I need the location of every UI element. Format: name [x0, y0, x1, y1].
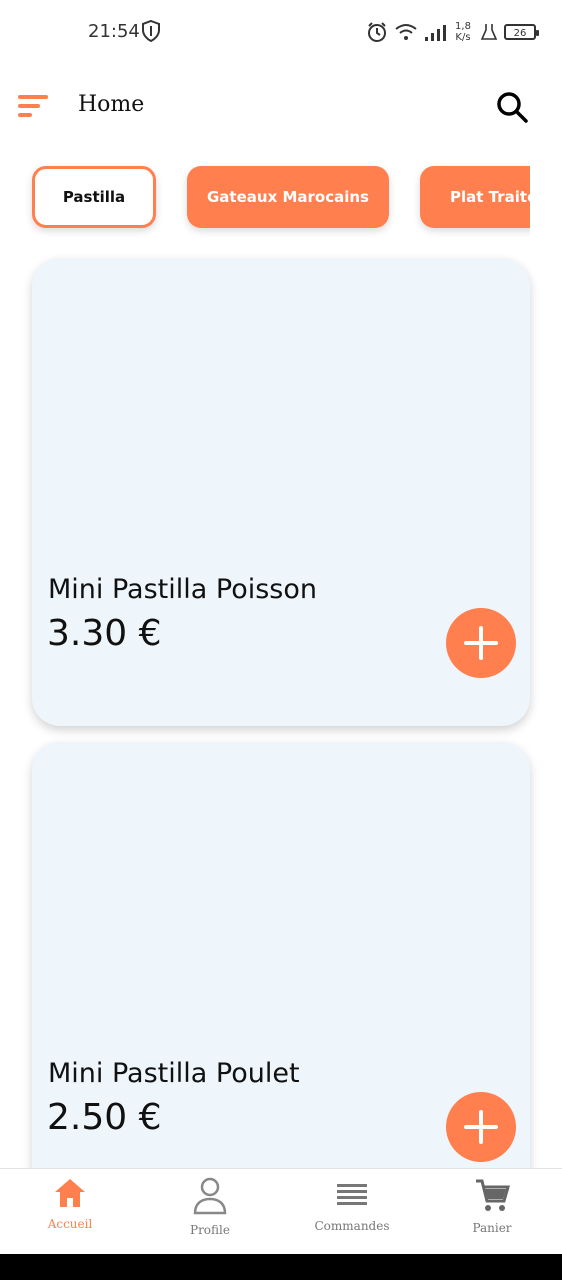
category-chips: Pastilla Gateaux Marocains Plat Traiteur — [0, 158, 562, 238]
list-icon — [337, 1184, 367, 1205]
app-bar: Home — [0, 62, 562, 154]
product-card[interactable]: Mini Pastilla Poulet 2.50 € — [32, 742, 530, 1210]
nav-item-accueil[interactable]: Accueil — [10, 1177, 130, 1251]
category-chip-label: Pastilla — [62, 188, 126, 206]
product-price: 2.50 € — [47, 1097, 162, 1138]
add-to-cart-button[interactable] — [446, 608, 516, 678]
network-speed: 1,8 K/s — [452, 21, 474, 43]
add-to-cart-button[interactable] — [446, 1092, 516, 1162]
nav-label: Panier — [472, 1221, 512, 1235]
system-navigation-bar — [0, 1254, 562, 1280]
plus-icon — [464, 626, 498, 660]
flask-icon — [480, 24, 498, 40]
plus-icon — [464, 1110, 498, 1144]
category-chip-pastilla[interactable]: Pastilla — [32, 166, 156, 228]
battery-level: 26 — [513, 28, 527, 39]
shield-icon — [142, 19, 160, 43]
product-card[interactable]: Mini Pastilla Poisson 3.30 € — [32, 258, 530, 726]
nav-label: Accueil — [47, 1217, 93, 1231]
product-price: 3.30 € — [47, 613, 162, 654]
home-icon — [55, 1179, 85, 1207]
bottom-nav: Accueil Profile Commandes Panier — [0, 1168, 562, 1255]
wifi-icon — [395, 24, 417, 40]
search-icon[interactable] — [495, 90, 529, 124]
nav-item-profile[interactable]: Profile — [150, 1177, 270, 1251]
category-chip-gateaux-marocains[interactable]: Gateaux Marocains — [187, 166, 389, 228]
category-chip-label: Gateaux Marocains — [207, 188, 369, 206]
nav-label: Profile — [190, 1223, 230, 1237]
network-speed-unit: K/s — [455, 32, 471, 43]
sort-menu-icon[interactable] — [18, 95, 50, 119]
network-speed-value: 1,8 — [455, 21, 471, 32]
product-name: Mini Pastilla Poulet — [48, 1058, 300, 1089]
alarm-icon — [368, 22, 386, 42]
nav-item-commandes[interactable]: Commandes — [292, 1177, 412, 1251]
status-time: 21:54 — [88, 21, 140, 42]
chips-edge-fade — [530, 158, 562, 238]
battery-icon: 26 — [504, 24, 539, 40]
status-bar: 21:54 1,8 K/s 26 — [0, 0, 562, 62]
signal-icon — [425, 25, 446, 41]
page-title: Home — [78, 92, 145, 117]
nav-label: Commandes — [314, 1219, 390, 1233]
cart-icon — [476, 1179, 510, 1211]
status-icons: 1,8 K/s 26 — [366, 16, 539, 48]
product-name: Mini Pastilla Poisson — [48, 574, 317, 605]
person-icon — [193, 1177, 227, 1215]
nav-item-panier[interactable]: Panier — [432, 1177, 552, 1251]
